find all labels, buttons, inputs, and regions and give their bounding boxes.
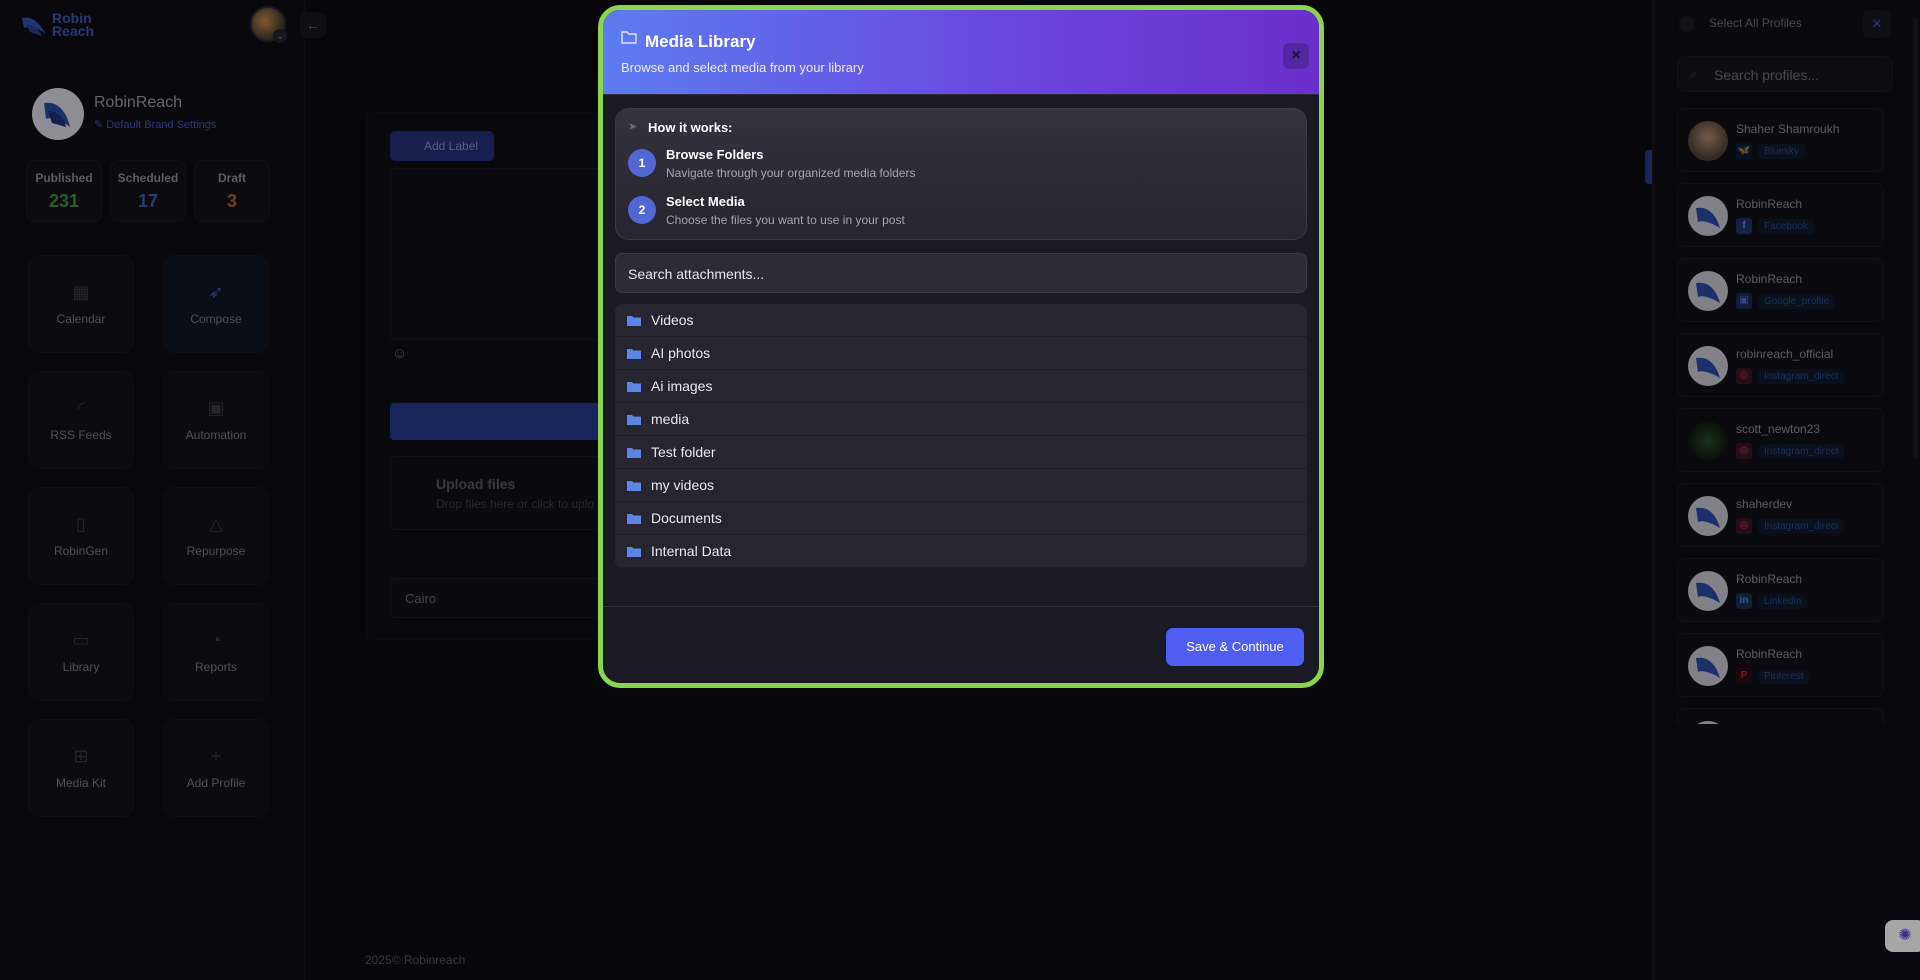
- folder-item[interactable]: media: [615, 403, 1307, 436]
- folder-item[interactable]: AI photos: [615, 337, 1307, 370]
- folder-name: my videos: [651, 477, 715, 493]
- attachment-search-input[interactable]: Search attachments...: [615, 253, 1307, 293]
- folder-name: media: [651, 411, 690, 427]
- step-description: Navigate through your organized media fo…: [666, 166, 916, 180]
- step-number: 1: [628, 149, 656, 177]
- folder-item[interactable]: Ai images: [615, 370, 1307, 403]
- folder-icon: [627, 414, 641, 425]
- folder-icon: [627, 480, 641, 491]
- folder-icon: [627, 513, 641, 524]
- modal-header: Media Library Browse and select media fr…: [603, 10, 1319, 94]
- folder-name: Videos: [651, 312, 694, 328]
- folder-icon: [621, 31, 637, 44]
- folder-name: Internal Data: [651, 543, 732, 559]
- save-continue-button[interactable]: Save & Continue: [1166, 628, 1304, 666]
- folder-list: Videos AI photos Ai images media Test fo…: [615, 304, 1307, 568]
- folder-name: Ai images: [651, 378, 713, 394]
- how-it-works-card: ➤ How it works: 1 Browse Folders Navigat…: [615, 108, 1307, 240]
- folder-name: Documents: [651, 510, 722, 526]
- step-number: 2: [628, 196, 656, 224]
- step-description: Choose the files you want to use in your…: [666, 213, 905, 227]
- modal-title: Media Library: [645, 32, 756, 51]
- header-divider: [603, 94, 1319, 95]
- close-icon: ×: [1291, 47, 1301, 64]
- folder-name: AI photos: [651, 345, 711, 361]
- folder-icon: [627, 315, 641, 326]
- step-browse-folders: 1 Browse Folders Navigate through your o…: [628, 147, 915, 180]
- folder-item[interactable]: my videos: [615, 469, 1307, 502]
- folder-icon: [627, 348, 641, 359]
- folder-icon: [627, 546, 641, 557]
- step-title: Select Media: [666, 194, 745, 209]
- folder-item[interactable]: Documents: [615, 502, 1307, 535]
- how-it-works-title: How it works:: [648, 120, 733, 135]
- modal-close-button[interactable]: ×: [1283, 43, 1309, 69]
- step-select-media: 2 Select Media Choose the files you want…: [628, 194, 905, 227]
- folder-icon: [627, 381, 641, 392]
- step-title: Browse Folders: [666, 147, 764, 162]
- footer-divider: [603, 606, 1319, 607]
- folder-item[interactable]: Test folder: [615, 436, 1307, 469]
- media-library-modal: Media Library Browse and select media fr…: [598, 5, 1324, 688]
- modal-subtitle: Browse and select media from your librar…: [621, 60, 864, 75]
- folder-icon: [627, 447, 641, 458]
- send-icon: ➤: [628, 121, 638, 133]
- folder-name: Test folder: [651, 444, 716, 460]
- folder-item[interactable]: Internal Data: [615, 535, 1307, 568]
- folder-item[interactable]: Videos: [615, 304, 1307, 337]
